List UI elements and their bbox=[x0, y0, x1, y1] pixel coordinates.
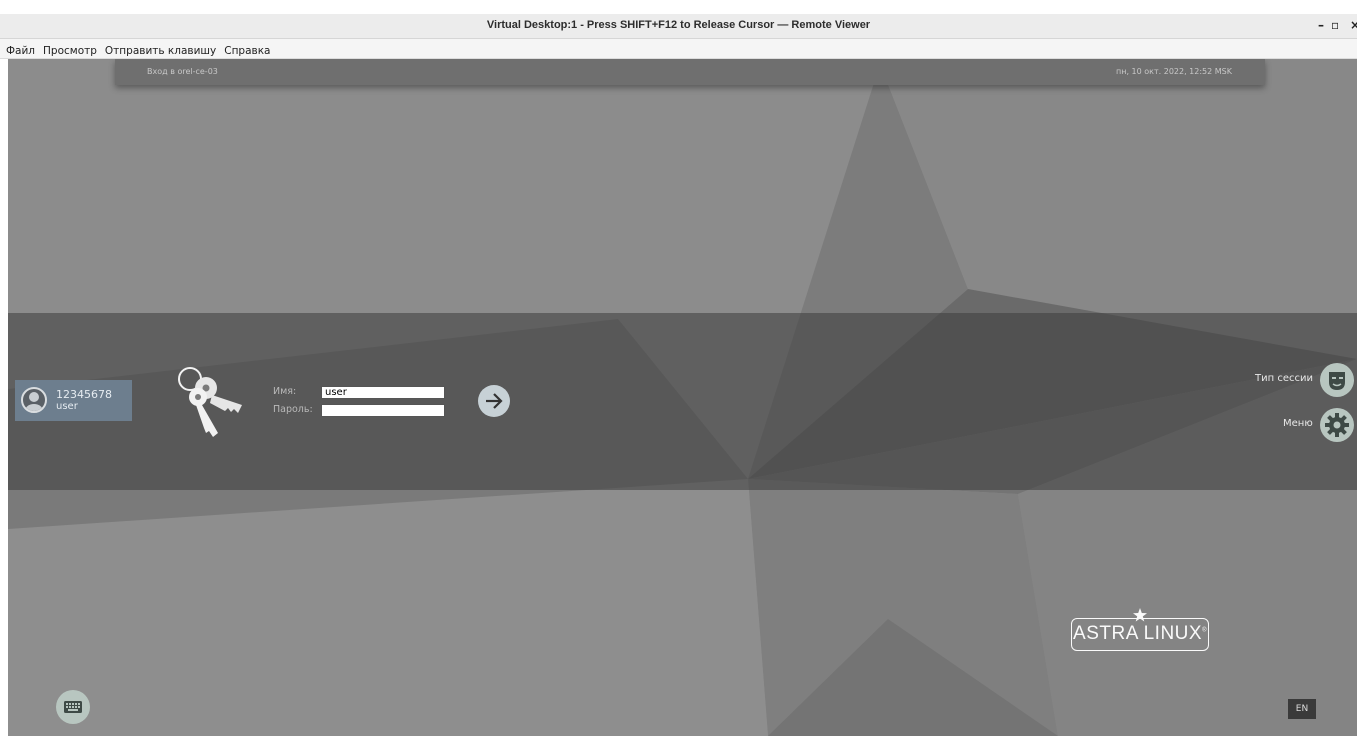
menu-button[interactable] bbox=[1320, 408, 1354, 442]
menu-help[interactable]: Справка bbox=[218, 42, 272, 57]
gear-icon bbox=[1325, 413, 1349, 437]
window-title: Virtual Desktop:1 - Press SHIFT+F12 to R… bbox=[486, 19, 871, 31]
avatar-icon bbox=[21, 387, 47, 413]
login-top-bar: Вход в orel-ce-03 пн, 10 окт. 2022, 12:5… bbox=[115, 59, 1265, 85]
language-indicator[interactable]: EN bbox=[1288, 699, 1316, 719]
user-tile[interactable]: 12345678 user bbox=[15, 380, 132, 421]
window-titlebar[interactable]: Virtual Desktop:1 - Press SHIFT+F12 to R… bbox=[0, 14, 1357, 39]
session-type-button[interactable] bbox=[1320, 363, 1354, 397]
session-type-label[interactable]: Тип сессии bbox=[1255, 373, 1313, 384]
drama-mask-icon bbox=[1329, 372, 1345, 390]
onscreen-keyboard-button[interactable] bbox=[56, 690, 90, 724]
close-button[interactable]: × bbox=[1350, 18, 1357, 32]
login-submit-button[interactable] bbox=[478, 385, 510, 417]
host-label: Вход в orel-ce-03 bbox=[147, 67, 218, 76]
password-input[interactable] bbox=[321, 404, 445, 417]
keyboard-icon bbox=[64, 701, 82, 713]
keys-icon bbox=[178, 367, 242, 437]
password-label: Пароль: bbox=[273, 404, 313, 415]
name-label: Имя: bbox=[273, 386, 297, 397]
remote-desktop[interactable]: Вход в orel-ce-03 пн, 10 окт. 2022, 12:5… bbox=[8, 59, 1357, 736]
clock-label: пн, 10 окт. 2022, 12:52 MSK bbox=[1115, 67, 1232, 76]
menu-send-key[interactable]: Отправить клавишу bbox=[99, 42, 218, 57]
minimize-button[interactable]: – bbox=[1318, 18, 1324, 32]
astra-linux-logo: ASTRA LINUX® bbox=[1071, 608, 1213, 654]
logo-text: ASTRA LINUX® bbox=[1073, 623, 1207, 644]
maximize-button[interactable]: ▫ bbox=[1331, 18, 1339, 32]
menu-label[interactable]: Меню bbox=[1283, 418, 1313, 429]
user-name-label: user bbox=[56, 401, 78, 412]
name-input[interactable] bbox=[321, 386, 445, 399]
user-id-label: 12345678 bbox=[56, 388, 112, 401]
arrow-right-icon bbox=[486, 393, 503, 409]
menu-bar: Файл Просмотр Отправить клавишу Справка bbox=[0, 39, 1357, 59]
menu-file[interactable]: Файл bbox=[0, 42, 37, 57]
menu-view[interactable]: Просмотр bbox=[37, 42, 99, 57]
